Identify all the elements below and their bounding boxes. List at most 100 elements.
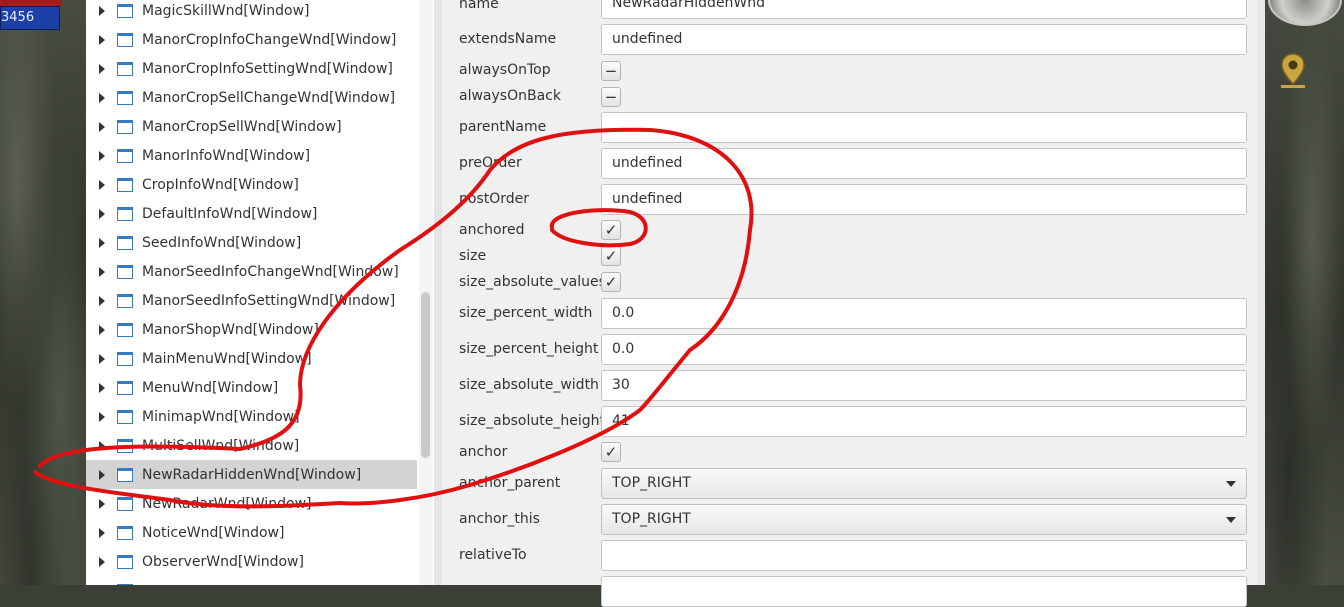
tree-item[interactable]: MultiSellWnd[Window] [86, 431, 417, 460]
tree-item[interactable]: MenuWnd[Window] [86, 373, 417, 402]
expand-arrow-icon[interactable] [99, 92, 105, 103]
prop-label-size-percent-height: size_percent_height [459, 341, 599, 357]
tree-item-label: ManorInfoWnd[Window] [142, 147, 311, 164]
prop-label-parentname: parentName [459, 119, 547, 135]
postorder-field[interactable]: undefined [601, 184, 1247, 215]
parentname-field[interactable] [601, 112, 1247, 143]
tree-item-label: SeedInfoWnd[Window] [142, 234, 302, 251]
tree-item[interactable]: MainMenuWnd[Window] [86, 344, 417, 373]
window-icon [117, 32, 133, 47]
tree-item[interactable]: MinimapWnd[Window] [86, 402, 417, 431]
prop-label-relativeto: relativeTo [459, 547, 527, 563]
tree-item-label: ObserverWnd[Window] [142, 553, 304, 570]
tree-item[interactable]: CropInfoWnd[Window] [86, 170, 417, 199]
prop-label-size-absolute-values: size_absolute_values [459, 274, 606, 290]
prop-label-anchor-parent: anchor_parent [459, 475, 561, 491]
tree-item-label: NewRadarWnd[Window] [142, 495, 312, 512]
expand-arrow-icon[interactable] [99, 324, 105, 335]
tree-item[interactable]: ManorSeedInfoChangeWnd[Window] [86, 257, 417, 286]
size-percent-height-field[interactable]: 0.0 [601, 334, 1247, 365]
tree-item[interactable]: NoticeWnd[Window] [86, 518, 417, 547]
tree-item-label: ManorCropInfoSettingWnd[Window] [142, 60, 393, 77]
window-icon [117, 61, 133, 76]
tree-item[interactable]: ManorCropInfoChangeWnd[Window] [86, 25, 417, 54]
expand-arrow-icon[interactable] [99, 411, 105, 422]
expand-arrow-icon[interactable] [99, 34, 105, 45]
tree-item[interactable]: ManorCropInfoSettingWnd[Window] [86, 54, 417, 83]
preorder-field[interactable]: undefined [601, 148, 1247, 179]
next-property-field[interactable] [601, 576, 1247, 607]
tree-item[interactable]: DefaultInfoWnd[Window] [86, 199, 417, 228]
tree-item-label: ManorCropSellChangeWnd[Window] [142, 89, 396, 106]
anchor-this-dropdown[interactable]: TOP_RIGHT [601, 504, 1247, 535]
tree-item[interactable]: ObserverWnd[Window] [86, 547, 417, 576]
prop-label-postorder: postOrder [459, 191, 530, 207]
expand-arrow-icon[interactable] [99, 150, 105, 161]
window-icon [117, 380, 133, 395]
alwaysontop-checkbox[interactable]: − [601, 61, 621, 81]
window-icon [117, 525, 133, 540]
expand-arrow-icon[interactable] [99, 121, 105, 132]
prop-label-size: size [459, 248, 487, 264]
window-icon [117, 90, 133, 105]
anchor-this-value: TOP_RIGHT [612, 511, 691, 527]
tree-item-label: MenuWnd[Window] [142, 379, 279, 396]
tree-item[interactable]: NewRadarWnd[Window] [86, 489, 417, 518]
relativeto-field[interactable] [601, 540, 1247, 571]
tree-item[interactable]: ManorShopWnd[Window] [86, 315, 417, 344]
tree-item-selected[interactable]: NewRadarHiddenWnd[Window] [86, 460, 417, 489]
tree-item[interactable] [86, 576, 417, 585]
expand-arrow-icon[interactable] [99, 498, 105, 509]
hp-value-box: 3456 [0, 6, 60, 30]
expand-arrow-icon[interactable] [99, 353, 105, 364]
size-absolute-height-field[interactable]: 41 [601, 406, 1247, 437]
expand-arrow-icon[interactable] [99, 237, 105, 248]
expand-arrow-icon[interactable] [99, 179, 105, 190]
expand-arrow-icon[interactable] [99, 440, 105, 451]
size-percent-width-field[interactable]: 0.0 [601, 298, 1247, 329]
anchored-checkbox[interactable]: ✓ [601, 220, 621, 240]
tree-item-label: ManorSeedInfoChangeWnd[Window] [142, 263, 399, 280]
size-absolute-width-field[interactable]: 30 [601, 370, 1247, 401]
window-icon [117, 293, 133, 308]
expand-arrow-icon[interactable] [99, 208, 105, 219]
tree-item[interactable]: MagicSkillWnd[Window] [86, 0, 417, 25]
tree-item-label: MainMenuWnd[Window] [142, 350, 312, 367]
alwaysonback-checkbox[interactable]: − [601, 87, 621, 107]
expand-arrow-icon[interactable] [99, 295, 105, 306]
expand-arrow-icon[interactable] [99, 556, 105, 567]
prop-label-anchor: anchor [459, 444, 508, 460]
size-checkbox[interactable]: ✓ [601, 246, 621, 266]
tree-item-label: NewRadarHiddenWnd[Window] [142, 466, 362, 483]
tree-item[interactable]: ManorCropSellChangeWnd[Window] [86, 83, 417, 112]
tree-item[interactable]: ManorSeedInfoSettingWnd[Window] [86, 286, 417, 315]
expand-arrow-icon[interactable] [99, 5, 105, 16]
tree-item[interactable]: ManorInfoWnd[Window] [86, 141, 417, 170]
anchor-parent-dropdown[interactable]: TOP_RIGHT [601, 468, 1247, 499]
window-icon [117, 148, 133, 163]
tree-item[interactable]: ManorCropSellWnd[Window] [86, 112, 417, 141]
tree-item[interactable]: SeedInfoWnd[Window] [86, 228, 417, 257]
name-field[interactable]: NewRadarHiddenWnd [601, 0, 1247, 19]
expand-arrow-icon[interactable] [99, 469, 105, 480]
properties-scrollbar[interactable] [1257, 0, 1265, 585]
prop-label-size-absolute-height: size_absolute_height [459, 413, 605, 429]
anchor-checkbox[interactable]: ✓ [601, 442, 621, 462]
window-icon [117, 235, 133, 250]
expand-arrow-icon[interactable] [99, 527, 105, 538]
window-icon [117, 351, 133, 366]
extendsname-field[interactable]: undefined [601, 24, 1247, 55]
tree-item-label: ManorCropSellWnd[Window] [142, 118, 342, 135]
expand-arrow-icon[interactable] [99, 266, 105, 277]
map-pin-icon[interactable] [1279, 52, 1307, 90]
expand-arrow-icon[interactable] [99, 63, 105, 74]
tree-item-label: CropInfoWnd[Window] [142, 176, 299, 193]
window-icon [117, 3, 133, 18]
expand-arrow-icon[interactable] [99, 382, 105, 393]
size-absolute-values-checkbox[interactable]: ✓ [601, 272, 621, 292]
anchor-parent-value: TOP_RIGHT [612, 475, 691, 491]
window-icon [117, 119, 133, 134]
tree-scrollbar[interactable] [419, 0, 433, 585]
tree-scrollbar-thumb[interactable] [421, 292, 430, 458]
window-tree-panel: MagicSkillWnd[Window] ManorCropInfoChang… [86, 0, 435, 585]
